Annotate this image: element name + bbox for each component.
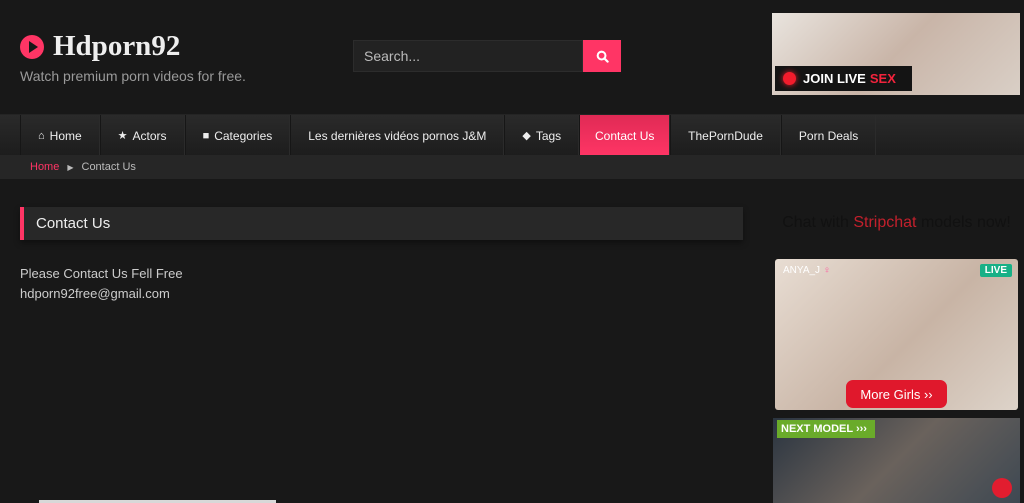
nav-item-theporndude[interactable]: ThePornDude (670, 115, 781, 156)
star-icon: ★ (117, 130, 128, 142)
more-girls-button[interactable]: More Girls ›› (846, 380, 947, 408)
ad-banner-label: JOIN LIVE SEX (775, 66, 912, 91)
search-button[interactable] (583, 40, 621, 72)
search-icon (596, 50, 609, 63)
contact-email[interactable]: hdporn92free@gmail.com (20, 284, 183, 304)
search-form (353, 40, 621, 72)
chat-bubble-icon[interactable] (992, 478, 1012, 498)
nav-item-tags[interactable]: ◆ Tags (504, 115, 580, 156)
nav-item-actors[interactable]: ★ Actors (99, 115, 185, 156)
page-content: Please Contact Us Fell Free hdporn92free… (20, 264, 183, 304)
search-input[interactable] (353, 40, 583, 72)
nav-item-contact-us[interactable]: Contact Us (579, 115, 671, 156)
female-icon: ♀ (823, 265, 831, 276)
breadcrumb-home[interactable]: Home (30, 161, 59, 173)
site-name[interactable]: Hdporn92 (53, 30, 180, 63)
home-icon: ⌂ (38, 129, 45, 142)
page-title-bar: Contact Us (20, 207, 743, 240)
main-nav: ⌂ Home ★ Actors ■ Categories Les dernières … (0, 114, 1024, 156)
cam-model-name: ANYA_J ♀ (783, 265, 831, 276)
live-badge: LIVE (979, 264, 1012, 277)
next-model-badge[interactable]: NEXT MODEL ››› (777, 420, 875, 438)
page-title: Contact Us (36, 215, 111, 232)
nav-item-porn-deals[interactable]: Porn Deals (780, 115, 877, 156)
site-header: Hdporn92 Watch premium porn videos for f… (0, 0, 1024, 112)
site-logo[interactable]: Hdporn92 (20, 30, 180, 63)
folder-icon: ■ (202, 129, 210, 142)
nav-item-latest-videos[interactable]: Les dernières vidéos pornos J&M (290, 115, 505, 156)
breadcrumb: Home ▶ Contact Us (0, 155, 1024, 179)
nav-item-categories[interactable]: ■ Categories (184, 115, 291, 156)
tags-icon: ◆ (522, 130, 531, 142)
breadcrumb-separator-icon: ▶ (67, 162, 74, 172)
next-model-widget[interactable]: NEXT MODEL ››› (773, 418, 1020, 503)
ad-banner-top[interactable]: JOIN LIVE SEX (772, 13, 1020, 95)
live-cam-widget[interactable]: ANYA_J ♀ LIVE More Girls ›› (775, 259, 1018, 410)
breadcrumb-current: Contact Us (81, 161, 136, 173)
live-dot-icon (783, 72, 796, 85)
site-tagline: Watch premium porn videos for free. (20, 68, 246, 84)
play-icon (20, 34, 44, 59)
sidebar-title: Chat with Stripchat models now! (782, 214, 1011, 231)
stripchat-link[interactable]: Stripchat (853, 214, 916, 231)
contact-message: Please Contact Us Fell Free (20, 266, 183, 281)
nav-item-home[interactable]: ⌂ Home (20, 115, 100, 156)
